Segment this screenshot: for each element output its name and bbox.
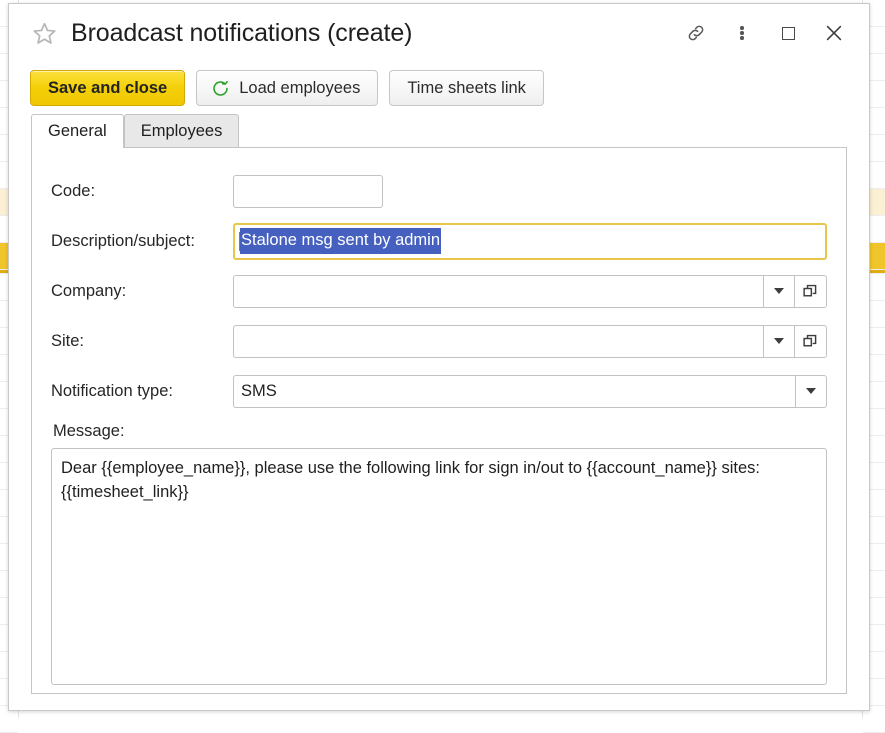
notification-type-label: Notification type: bbox=[51, 382, 233, 401]
description-input-value: Stalone msg sent by admin bbox=[240, 228, 441, 254]
general-tab-panel: Code: Description/subject: Stalone msg s… bbox=[31, 147, 847, 694]
description-label: Description/subject: bbox=[51, 232, 233, 251]
message-label: Message: bbox=[51, 416, 827, 448]
save-and-close-label: Save and close bbox=[48, 79, 167, 98]
description-input[interactable]: Stalone msg sent by admin bbox=[233, 223, 827, 260]
form-row-description: Description/subject: Stalone msg sent by… bbox=[51, 216, 827, 266]
site-input[interactable] bbox=[233, 325, 763, 358]
company-combobox[interactable] bbox=[233, 275, 827, 308]
company-input[interactable] bbox=[233, 275, 763, 308]
load-employees-label: Load employees bbox=[239, 79, 360, 98]
tab-general-label: General bbox=[48, 122, 107, 140]
link-icon[interactable] bbox=[681, 18, 711, 48]
tab-general[interactable]: General bbox=[31, 114, 124, 148]
chevron-down-icon[interactable] bbox=[763, 275, 795, 308]
broadcast-notifications-dialog: Broadcast notifications (create) bbox=[8, 3, 870, 711]
code-input[interactable] bbox=[233, 175, 383, 208]
open-window-icon[interactable] bbox=[795, 325, 827, 358]
tab-employees-label: Employees bbox=[141, 122, 223, 140]
form-row-notification-type: Notification type: SMS bbox=[51, 366, 827, 416]
save-and-close-button[interactable]: Save and close bbox=[30, 70, 185, 106]
close-icon[interactable] bbox=[819, 18, 849, 48]
kebab-menu-icon[interactable] bbox=[727, 18, 757, 48]
chevron-down-icon[interactable] bbox=[763, 325, 795, 358]
notification-type-value[interactable]: SMS bbox=[233, 375, 795, 408]
code-label: Code: bbox=[51, 182, 233, 201]
dialog-title-bar: Broadcast notifications (create) bbox=[9, 4, 869, 62]
form-row-code: Code: bbox=[51, 166, 827, 216]
open-window-icon[interactable] bbox=[795, 275, 827, 308]
form-row-site: Site: bbox=[51, 316, 827, 366]
maximize-icon[interactable] bbox=[773, 18, 803, 48]
page-title: Broadcast notifications (create) bbox=[71, 19, 681, 48]
notification-type-select[interactable]: SMS bbox=[233, 375, 827, 408]
time-sheets-link-button[interactable]: Time sheets link bbox=[389, 70, 544, 106]
load-employees-button[interactable]: Load employees bbox=[196, 70, 378, 106]
site-label: Site: bbox=[51, 332, 233, 351]
star-outline-icon[interactable] bbox=[31, 20, 57, 46]
company-label: Company: bbox=[51, 282, 233, 301]
title-bar-actions bbox=[681, 18, 855, 48]
tab-bar: General Employees bbox=[9, 114, 869, 147]
time-sheets-link-label: Time sheets link bbox=[407, 79, 526, 98]
tab-employees[interactable]: Employees bbox=[124, 114, 240, 147]
chevron-down-icon[interactable] bbox=[795, 375, 827, 408]
dialog-toolbar: Save and close Load employees Time sheet… bbox=[9, 62, 869, 114]
form-row-company: Company: bbox=[51, 266, 827, 316]
site-combobox[interactable] bbox=[233, 325, 827, 358]
message-textarea[interactable]: Dear {{employee_name}}, please use the f… bbox=[51, 448, 827, 685]
refresh-icon bbox=[211, 79, 230, 98]
